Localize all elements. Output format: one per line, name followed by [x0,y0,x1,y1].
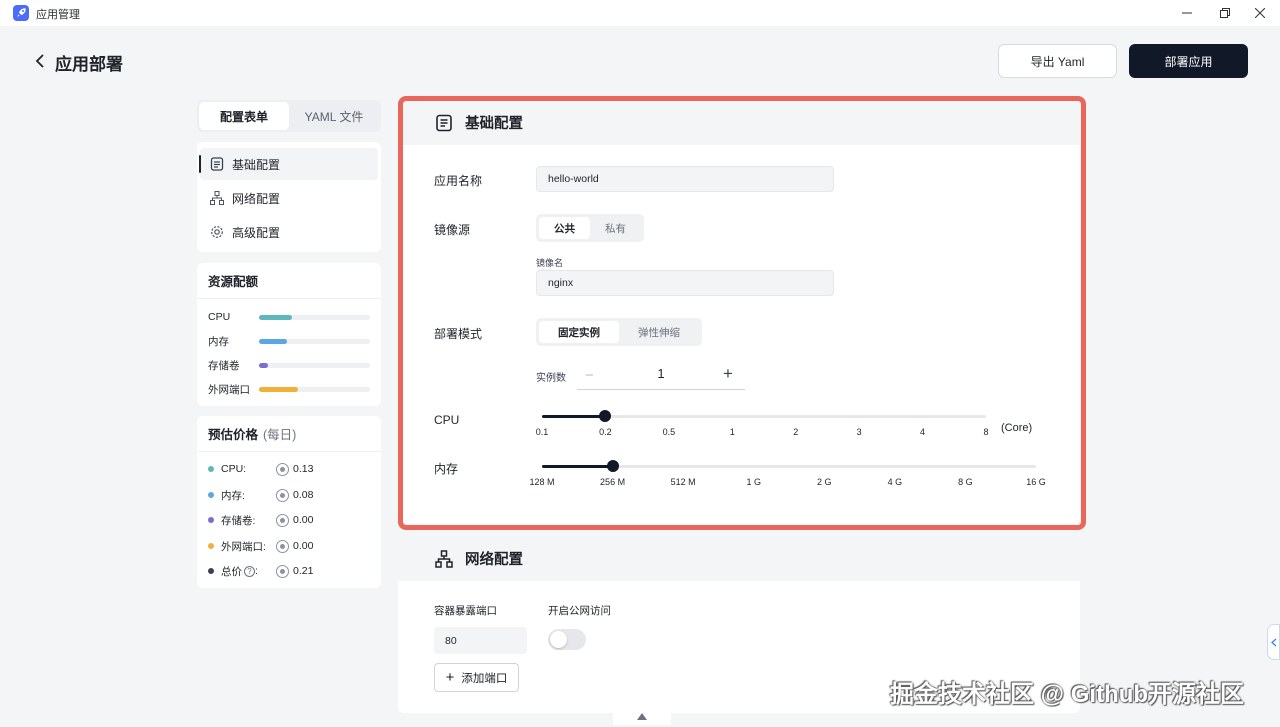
public-access-toggle[interactable] [548,629,586,650]
price-estimate-card: 预估价格 (每日) CPU: 0.13 内存: 0.08 存储卷: 0.00 外… [197,416,381,588]
network-icon [434,549,454,569]
quota-bar [259,386,370,392]
price-row-memory: 内存: 0.08 [208,488,313,502]
price-value: 0.00 [293,540,314,552]
coin-icon [276,488,289,502]
watermark: 掘金技术社区 @ Github开源社区 [890,681,1245,708]
price-row-storage: 存储卷: 0.00 [208,513,313,527]
quota-row-port: 外网端口 [208,382,373,396]
resource-quota-card: 资源配额 CPU 内存 存储卷 外网端口 [197,263,381,406]
container-port-label: 容器暴露端口 [434,605,497,617]
close-icon[interactable] [1249,3,1271,23]
nav-item-network[interactable]: 网络配置 [200,182,378,214]
side-panel-toggle[interactable] [1267,624,1280,660]
page-title: 应用部署 [55,55,123,74]
quota-fill [259,362,268,368]
quota-bar [259,314,370,320]
quota-row-cpu: CPU [208,310,373,324]
price-label: 内存: [221,489,245,502]
price-total-label: 总价 [221,565,242,578]
quota-fill [259,386,298,392]
price-title: 预估价格 (每日) [197,416,381,452]
plus-icon: + [445,669,455,686]
quota-label: CPU [208,311,231,323]
nav-item-label: 基础配置 [232,157,281,172]
tab-yaml-file[interactable]: YAML 文件 [289,102,379,130]
price-label: 存储卷: [221,514,256,527]
coin-icon [276,462,289,476]
price-label: 外网端口: [221,540,266,553]
window-titlebar: 应用管理 [0,0,1280,26]
legend-dot [208,492,214,498]
form-mode-tabs: 配置表单 YAML 文件 [197,100,381,132]
quota-bar [259,338,370,344]
coin-icon [276,564,289,578]
public-access-label: 开启公网访问 [548,605,611,617]
network-icon [209,190,225,206]
help-icon[interactable]: ? [244,565,255,577]
legend-dot [208,568,214,574]
quota-label: 内存 [208,335,229,348]
document-icon [209,156,225,172]
price-row-cpu: CPU: 0.13 [208,462,313,476]
quota-row-storage: 存储卷 [208,358,373,372]
deploy-app-button[interactable]: 部署应用 [1129,44,1248,78]
quota-fill [259,314,293,320]
coin-icon [276,513,289,527]
back-icon[interactable] [30,51,50,71]
price-value: 0.08 [293,489,314,501]
tab-config-form[interactable]: 配置表单 [199,102,289,130]
nav-item-advanced[interactable]: 高级配置 [200,216,378,248]
quota-bar [259,362,370,368]
caret-up-icon [637,713,647,720]
coin-icon [276,539,289,553]
price-row-total: 总价 ? : 0.21 [208,564,313,578]
nav-item-label: 网络配置 [232,191,281,206]
chevron-left-icon [1270,638,1276,646]
section-nav: 基础配置 网络配置 高级配置 [197,142,381,252]
container-port-input[interactable]: 80 [434,627,527,654]
legend-dot [208,466,214,472]
price-value: 0.21 [293,565,314,577]
minimize-icon[interactable] [1176,3,1198,23]
legend-dot [208,543,214,549]
restore-icon[interactable] [1214,3,1236,23]
price-label: 总价 ? : [221,564,276,579]
price-row-port: 外网端口: 0.00 [208,539,313,553]
nav-item-basic[interactable]: 基础配置 [199,148,378,180]
quota-label: 存储卷 [208,359,240,372]
rocket-icon [13,5,29,21]
quota-row-memory: 内存 [208,334,373,348]
section-title: 网络配置 [465,552,523,568]
export-yaml-button[interactable]: 导出 Yaml [998,44,1117,78]
add-port-button[interactable]: + 添加端口 [434,663,519,692]
price-title-text: 预估价格 [208,428,259,442]
quota-fill [259,338,287,344]
collapse-up-button[interactable] [613,708,671,725]
price-subtitle: (每日) [263,428,297,442]
price-colon: : [255,565,258,577]
add-port-label: 添加端口 [461,672,508,685]
nav-item-label: 高级配置 [232,225,281,240]
price-label: CPU: [221,463,247,475]
quota-label: 外网端口 [208,383,250,396]
legend-dot [208,517,214,523]
resource-quota-title: 资源配额 [197,263,381,299]
window-title: 应用管理 [36,9,80,21]
highlight-frame [398,96,1086,530]
gear-icon [209,224,225,240]
price-value: 0.00 [293,514,314,526]
price-value: 0.13 [293,463,314,475]
network-config-header: 网络配置 [398,536,1080,581]
